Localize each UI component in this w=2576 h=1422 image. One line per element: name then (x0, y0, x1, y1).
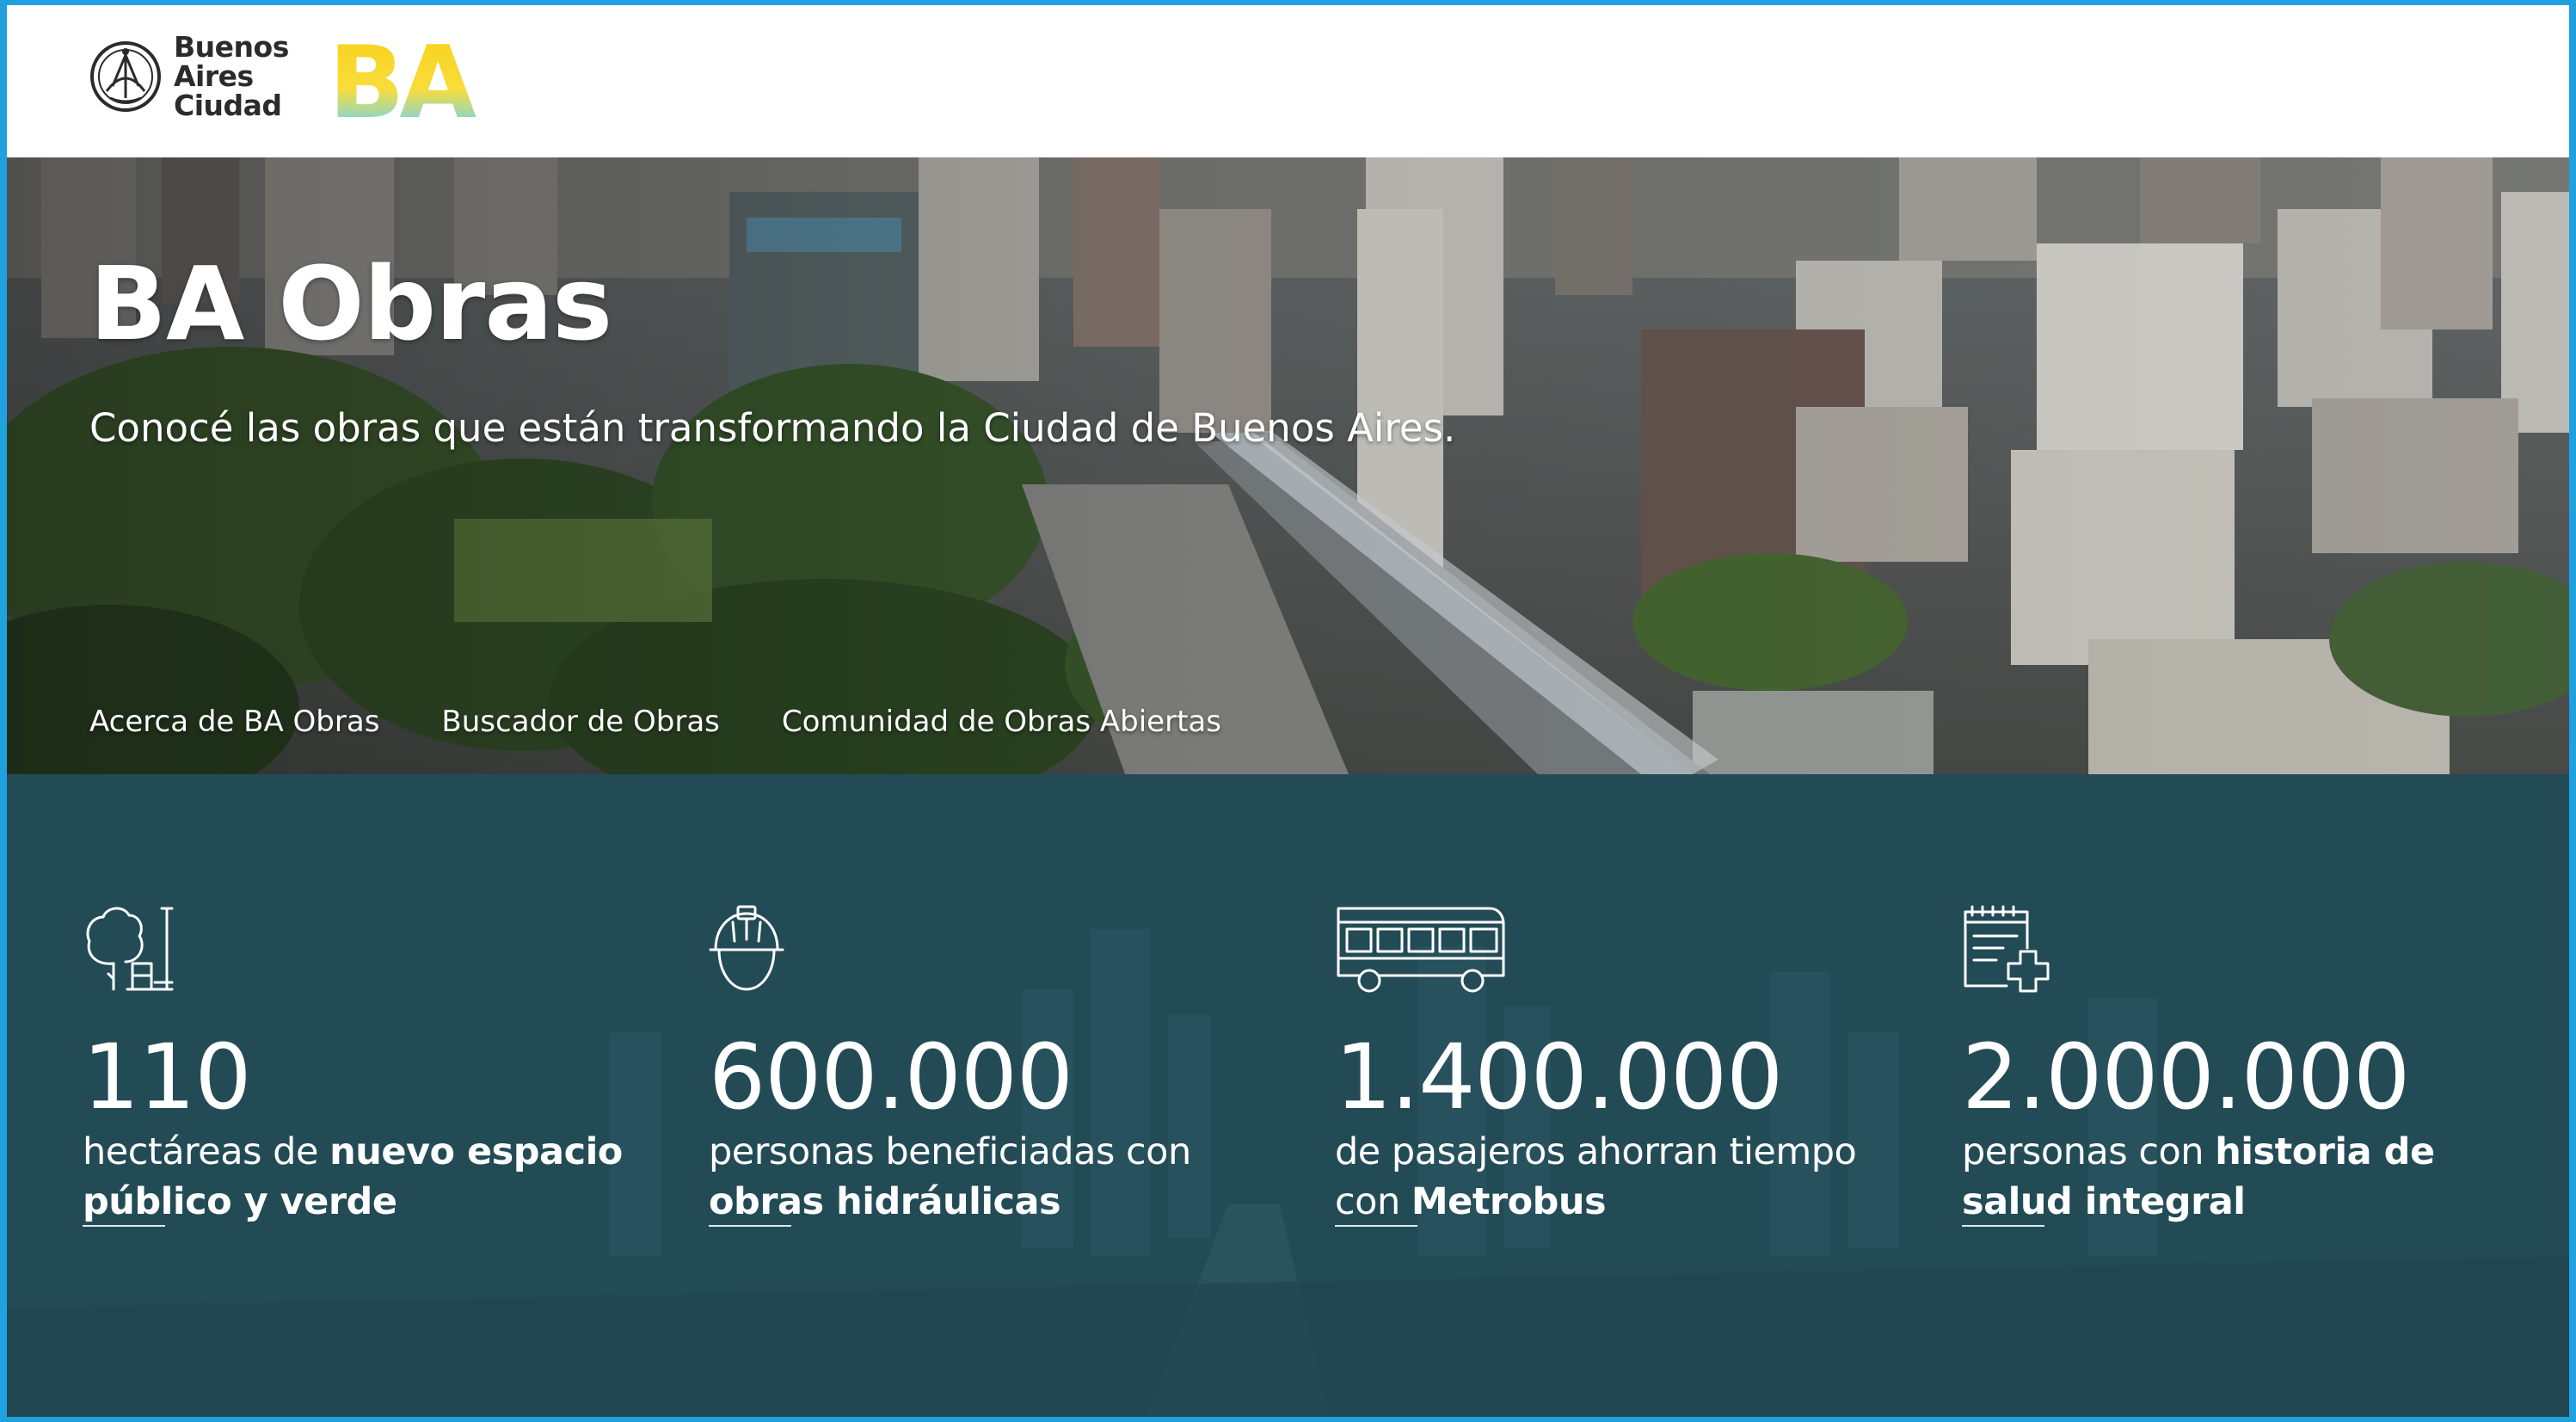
stat-number: 1.400.000 (1335, 1025, 1783, 1130)
nav-link-acerca[interactable]: Acerca de BA Obras (89, 703, 379, 741)
stat-desc-text: personas con (1962, 1130, 2216, 1173)
stat-card: 1.400.000 de pasajeros ahorran tiempo co… (1335, 903, 1937, 1227)
hero-nav: Acerca de BA Obras Buscador de Obras Com… (89, 703, 1221, 741)
svg-text:BA: BA (329, 38, 476, 124)
stat-card: 110 hectáreas de nuevo espacio público y… (83, 903, 685, 1227)
stat-card: 2.000.000 personas con historia de salud… (1962, 903, 2564, 1227)
page-title: BA Obras (89, 244, 612, 363)
hard-hat-icon (709, 905, 784, 991)
medical-record-icon (1964, 905, 2050, 993)
nav-link-buscador[interactable]: Buscador de Obras (441, 703, 719, 741)
stat-desc-text: personas beneficiadas con (709, 1130, 1191, 1173)
buenos-aires-ciudad-logo[interactable]: Buenos Aires Ciudad (89, 31, 289, 122)
hero-banner: BA Obras Conocé las obras que están tran… (7, 157, 2569, 774)
stat-divider (1962, 1225, 2044, 1227)
stat-card: 600.000 personas beneficiadas con obras … (709, 903, 1311, 1227)
stat-divider (83, 1225, 165, 1227)
page-frame: Buenos Aires Ciudad BA BA Obras Conocé l… (0, 0, 2576, 1422)
stat-desc-highlight: obras hidráulicas (709, 1180, 1061, 1223)
logo-text-line: Aires (174, 59, 254, 93)
logo-text-line: Ciudad (174, 89, 282, 122)
logo-wordmark: Buenos Aires Ciudad (174, 33, 289, 120)
stat-divider (709, 1225, 791, 1227)
bus-icon (1337, 907, 1505, 993)
stats-section: 110 hectáreas de nuevo espacio público y… (7, 774, 2569, 1417)
stat-description: personas beneficiadas con obras hidráuli… (709, 1127, 1294, 1227)
nav-link-comunidad[interactable]: Comunidad de Obras Abiertas (782, 703, 1221, 741)
city-seal-icon (90, 41, 161, 112)
site-header: Buenos Aires Ciudad BA (7, 5, 2569, 157)
stat-number: 2.000.000 (1962, 1025, 2410, 1130)
stat-description: hectáreas de nuevo espacio público y ver… (83, 1127, 667, 1227)
stat-number: 110 (83, 1025, 252, 1130)
stat-divider (1335, 1225, 1417, 1227)
tree-bench-icon (86, 907, 174, 991)
stat-description: personas con historia de salud integral (1962, 1127, 2547, 1227)
hero-subtitle: Conocé las obras que están transformando… (89, 405, 1456, 451)
stat-desc-text: hectáreas de (83, 1130, 330, 1173)
logo-text-line: Buenos (174, 30, 289, 64)
ba-brand-logo[interactable]: BA (329, 38, 483, 124)
stat-number: 600.000 (709, 1025, 1073, 1130)
stat-description: de pasajeros ahorran tiempo con Metrobus (1335, 1127, 1920, 1227)
stat-desc-highlight: Metrobus (1411, 1180, 1607, 1223)
